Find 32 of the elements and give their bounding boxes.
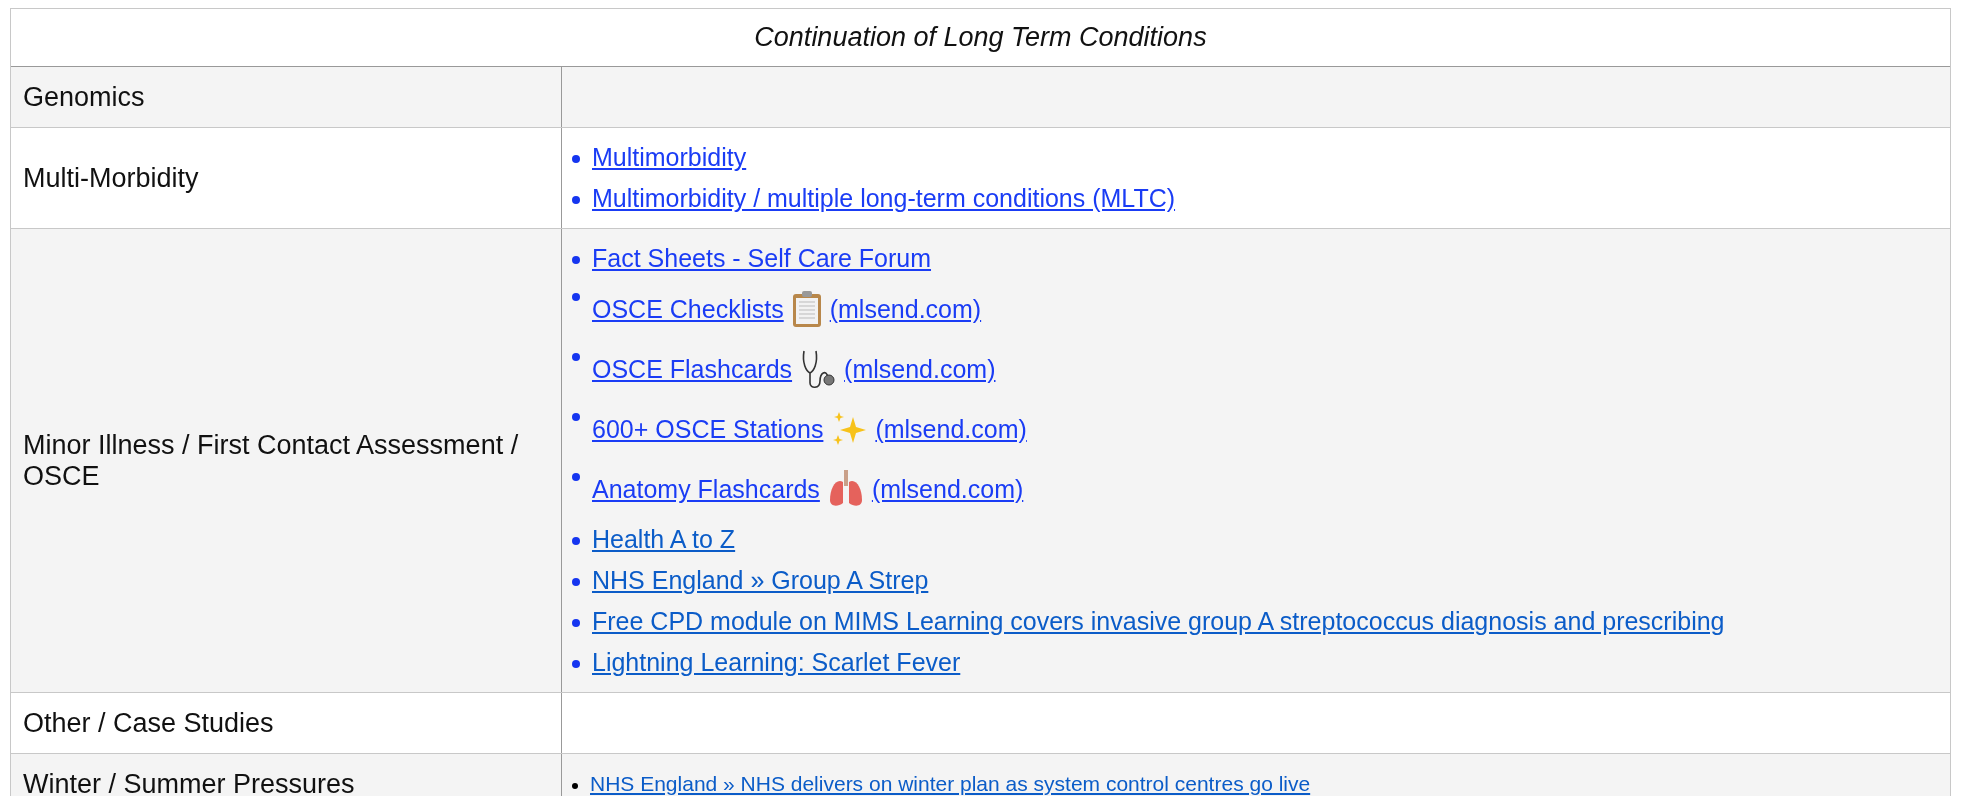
bullet-icon	[572, 473, 580, 481]
bullet-icon	[572, 660, 580, 668]
row-label: Genomics	[23, 81, 145, 113]
bullet-icon	[572, 619, 580, 627]
row-label: Winter / Summer Pressures	[23, 768, 355, 796]
resource-link[interactable]: Lightning Learning: Scarlet Fever	[592, 642, 961, 683]
bullet-icon	[572, 413, 580, 421]
resource-link[interactable]: OSCE Flashcards (mlsend.com)	[592, 349, 996, 389]
resource-link[interactable]: Multimorbidity / multiple long-term conditions (MLTC)	[592, 178, 1176, 219]
resource-link[interactable]: Free CPD module on MIMS Learning covers invasive group A streptococcus diagnosis and prescribing	[592, 601, 1725, 642]
clipboard-icon	[791, 290, 822, 328]
row-label: Minor Illness / First Contact Assessment / OSCE	[23, 429, 520, 492]
resource-link[interactable]: OSCE Checklists (mlsend.com)	[592, 289, 982, 329]
bullet-icon	[572, 155, 580, 163]
bullet-icon	[572, 537, 580, 545]
bullet-icon	[572, 256, 580, 264]
row-label: Other / Case Studies	[23, 707, 274, 739]
resource-link[interactable]: Anatomy Flashcards (mlsend.com)	[592, 469, 1024, 509]
resource-link[interactable]: Health A to Z	[592, 519, 736, 560]
resource-link[interactable]: Fact Sheets - Self Care Forum	[592, 238, 931, 279]
lungs-icon	[827, 470, 864, 508]
resource-link[interactable]: 600+ OSCE Stations (mlsend.com)	[592, 409, 1027, 449]
resource-link[interactable]: Multimorbidity	[592, 137, 747, 178]
stethoscope-icon	[800, 349, 837, 389]
row-label: Multi-Morbidity	[23, 162, 199, 194]
bullet-icon	[572, 196, 580, 204]
resource-link[interactable]: NHS England » NHS delivers on winter plan as system control centres go live	[590, 766, 1311, 796]
bullet-icon	[572, 353, 580, 361]
bullet-icon	[572, 783, 578, 789]
bullet-icon	[572, 293, 580, 301]
resource-link[interactable]: NHS England » Group A Strep	[592, 560, 929, 601]
bullet-icon	[572, 578, 580, 586]
